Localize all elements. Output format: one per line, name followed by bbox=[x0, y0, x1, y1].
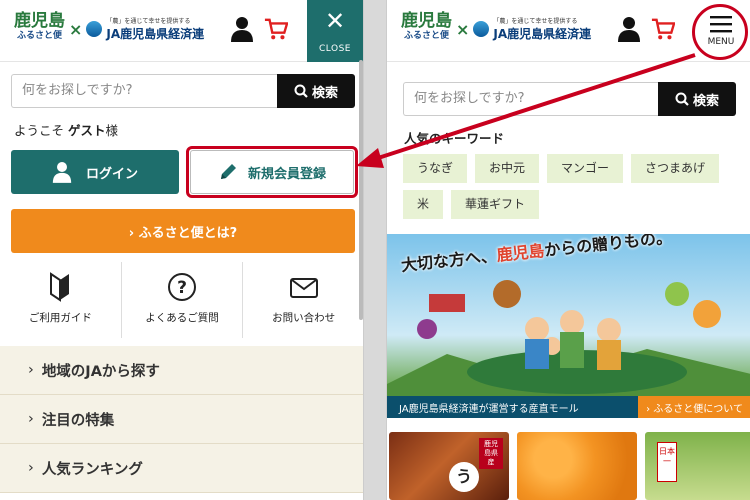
keywords-title: 人気のキーワード bbox=[404, 131, 505, 146]
search-bar: 何をお探しですか? 検索 bbox=[11, 74, 355, 108]
quick-link-faq-label: よくあるご質問 bbox=[145, 312, 219, 324]
product-mark: う bbox=[449, 462, 479, 492]
search-bar: 何をお探しですか? 検索 bbox=[403, 82, 736, 116]
welcome-message: ようこそ ゲスト様 bbox=[14, 120, 118, 139]
site-logo[interactable]: 鹿児島 ふるさと便 × 「農」を通じて幸せを提供する JA鹿児島県経済連 bbox=[14, 12, 204, 46]
quick-link-guide[interactable]: ご利用ガイド bbox=[0, 262, 122, 338]
keyword-chip[interactable]: 米 bbox=[403, 190, 444, 219]
search-icon bbox=[294, 84, 308, 98]
user-icon[interactable] bbox=[617, 16, 641, 42]
product-thumbnail-eel[interactable]: 鹿児島県産 う bbox=[389, 432, 509, 500]
logo-ja-tagline: 「農」を通じて幸せを提供する bbox=[106, 18, 191, 25]
search-input[interactable]: 何をお探しですか? bbox=[11, 74, 277, 108]
keyword-chip[interactable]: うなぎ bbox=[403, 154, 468, 183]
logo-furusato-text: ふるさと便 bbox=[403, 31, 449, 41]
menu-section-list: 地域のJAから探す 注目の特集 人気ランキング bbox=[0, 346, 363, 493]
logo-kagoshima: 鹿児島 ふるさと便 bbox=[401, 11, 452, 44]
login-label: ログイン bbox=[85, 166, 138, 182]
product-thumbnail-tea[interactable]: 日本一 bbox=[645, 432, 750, 500]
close-icon: ✕ bbox=[324, 7, 346, 35]
logo-ja: 「農」を通じて幸せを提供する JA鹿児島県経済連 bbox=[493, 16, 591, 42]
user-icon[interactable] bbox=[230, 16, 254, 42]
keyword-chips: うなぎ お中元 マンゴー さつまあげ 米 華蓮ギフト bbox=[403, 154, 743, 219]
user-icon bbox=[52, 162, 72, 183]
login-button[interactable]: ログイン bbox=[11, 150, 179, 194]
product-badge: 日本一 bbox=[657, 442, 677, 482]
quick-link-contact-label: お問い合わせ bbox=[272, 312, 336, 324]
keyword-chip[interactable]: 華蓮ギフト bbox=[451, 190, 540, 219]
menu-item-region-ja[interactable]: 地域のJAから探す bbox=[0, 346, 363, 395]
banner-footer-text: JA鹿児島県経済連が運営する産直モール bbox=[399, 403, 579, 415]
welcome-name: ゲスト bbox=[67, 123, 106, 138]
keyword-chip[interactable]: マンゴー bbox=[547, 154, 624, 183]
about-furusato-link[interactable]: › ふるさと便について bbox=[638, 396, 750, 418]
logo-ja: 「農」を通じて幸せを提供する JA鹿児島県経済連 bbox=[106, 16, 204, 42]
site-logo[interactable]: 鹿児島 ふるさと便 × 「農」を通じて幸せを提供する JA鹿児島県経済連 bbox=[401, 12, 591, 46]
cart-icon[interactable] bbox=[264, 16, 288, 42]
menu-highlight-circle bbox=[692, 4, 748, 60]
menu-item-ranking[interactable]: 人気ランキング bbox=[0, 444, 363, 493]
search-button[interactable]: 検索 bbox=[658, 82, 736, 116]
close-menu-button[interactable]: ✕ CLOSE bbox=[307, 0, 363, 62]
search-button-label: 検索 bbox=[692, 93, 719, 109]
logo-cross: × bbox=[69, 19, 83, 39]
origin-badge: 鹿児島県産 bbox=[479, 438, 503, 469]
logo-kagoshima-text: 鹿児島 bbox=[14, 11, 65, 31]
logo-kagoshima-text: 鹿児島 bbox=[401, 11, 452, 31]
quick-link-faq[interactable]: ? よくあるご質問 bbox=[122, 262, 244, 338]
banner-footer: JA鹿児島県経済連が運営する産直モール › ふるさと便について bbox=[387, 396, 750, 418]
welcome-suffix: 様 bbox=[105, 123, 119, 138]
beginner-mark-icon bbox=[50, 272, 70, 302]
svg-text:?: ? bbox=[177, 278, 187, 298]
about-furusato-label: › ふるさと便とは? bbox=[128, 225, 238, 241]
welcome-prefix: ようこそ bbox=[14, 123, 68, 138]
logo-kagoshima: 鹿児島 ふるさと便 bbox=[14, 11, 65, 44]
ja-mark-icon bbox=[86, 21, 103, 37]
register-highlight-box bbox=[186, 146, 358, 198]
menu-item-featured[interactable]: 注目の特集 bbox=[0, 395, 363, 444]
logo-ja-tagline: 「農」を通じて幸せを提供する bbox=[493, 18, 578, 25]
logo-ja-name: JA鹿児島県経済連 bbox=[493, 27, 592, 41]
search-icon bbox=[675, 92, 689, 106]
product-thumbnails: 鹿児島県産 う 日本一 bbox=[387, 432, 750, 500]
logo-ja-name: JA鹿児島県経済連 bbox=[106, 27, 205, 41]
search-input[interactable]: 何をお探しですか? bbox=[403, 82, 658, 116]
menu-open-screen: 鹿児島 ふるさと便 × 「農」を通じて幸せを提供する JA鹿児島県経済連 ✕ C… bbox=[0, 0, 364, 500]
banner-illustration bbox=[387, 280, 750, 418]
product-thumbnail-mandarin[interactable] bbox=[517, 432, 637, 500]
home-screen: 鹿児島 ふるさと便 × 「農」を通じて幸せを提供する JA鹿児島県経済連 MEN… bbox=[386, 0, 750, 500]
keyword-chip[interactable]: お中元 bbox=[475, 154, 540, 183]
question-icon: ? bbox=[168, 273, 196, 301]
close-label: CLOSE bbox=[319, 44, 351, 54]
cart-icon[interactable] bbox=[651, 16, 675, 42]
keyword-chip[interactable]: さつまあげ bbox=[631, 154, 720, 183]
logo-cross: × bbox=[456, 19, 470, 39]
logo-furusato-text: ふるさと便 bbox=[16, 31, 62, 41]
mail-icon bbox=[289, 278, 318, 298]
quick-link-guide-label: ご利用ガイド bbox=[28, 312, 92, 324]
about-furusato-button[interactable]: › ふるさと便とは? bbox=[11, 209, 355, 253]
ja-mark-icon bbox=[473, 21, 490, 37]
search-button[interactable]: 検索 bbox=[277, 74, 355, 108]
search-button-label: 検索 bbox=[311, 85, 338, 101]
quick-links: ご利用ガイド ? よくあるご質問 お問い合わせ bbox=[0, 262, 363, 338]
quick-link-contact[interactable]: お問い合わせ bbox=[243, 262, 363, 338]
hero-banner[interactable]: 大切な方へ、鹿児島からの贈りもの。 JA鹿児島県経済連が運営する産直モール › … bbox=[387, 234, 750, 418]
site-header: 鹿児島 ふるさと便 × 「農」を通じて幸せを提供する JA鹿児島県経済連 ✕ C… bbox=[0, 0, 363, 62]
menu-scrollbar[interactable] bbox=[359, 60, 363, 320]
